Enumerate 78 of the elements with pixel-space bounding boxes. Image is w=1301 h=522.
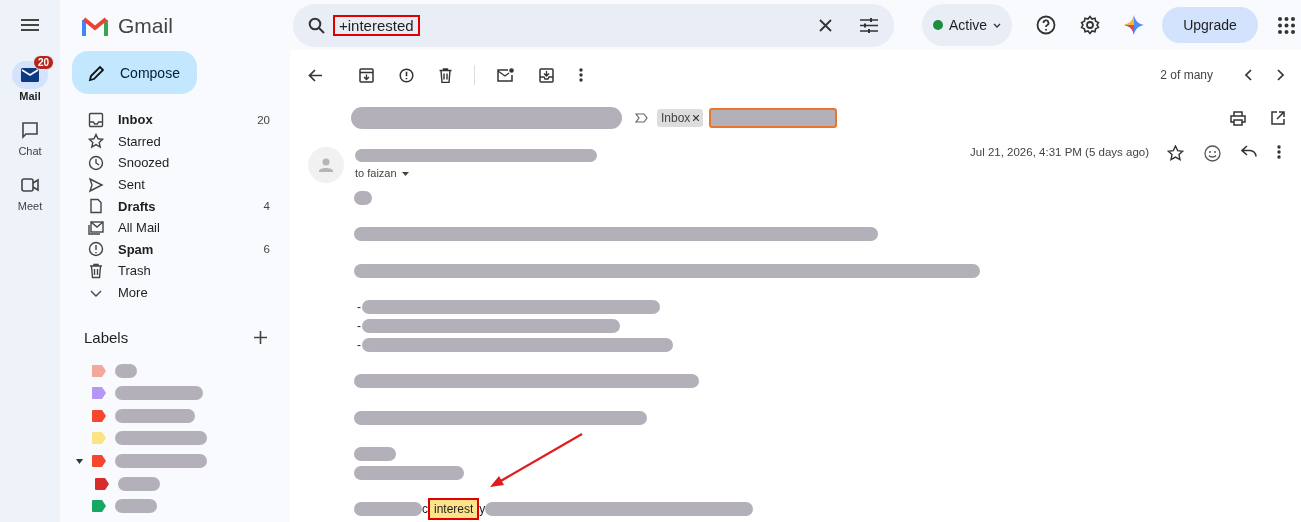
folder-item[interactable]: Inbox 20 (60, 109, 290, 131)
more-vertical-icon[interactable] (579, 68, 583, 82)
upgrade-button[interactable]: Upgrade (1162, 7, 1258, 43)
settings-icon[interactable] (1080, 15, 1100, 35)
archive-icon[interactable] (359, 67, 374, 83)
apps-grid-icon[interactable] (1278, 16, 1295, 34)
gmail-logo-icon (82, 16, 108, 36)
search-match-highlight: interest (428, 498, 480, 520)
chat-bubble-icon (21, 121, 39, 139)
text-fragment: y (479, 502, 486, 516)
reply-icon[interactable] (1241, 145, 1257, 157)
chevron-down-icon (993, 22, 1002, 28)
text-fragment: c (422, 502, 428, 516)
help-icon[interactable] (1036, 15, 1056, 35)
pencil-icon (88, 63, 106, 82)
exclamation-circle-icon (88, 241, 104, 258)
mark-unread-icon[interactable] (497, 68, 514, 82)
emoji-icon[interactable] (1204, 145, 1221, 162)
star-icon (88, 133, 104, 150)
folder-item[interactable]: All Mail (60, 216, 290, 239)
rail-label: Chat (18, 145, 42, 157)
list-marker: - (357, 338, 362, 352)
label-chip[interactable]: Inbox (657, 109, 704, 127)
stacked-mail-icon (88, 219, 104, 236)
compose-button[interactable]: Compose (72, 51, 197, 94)
inbox-tray-icon (88, 111, 104, 128)
caret-icon (401, 172, 409, 176)
send-icon (88, 176, 104, 193)
importance-marker-icon[interactable] (635, 113, 648, 123)
menu-icon[interactable] (21, 19, 39, 31)
close-icon[interactable] (819, 18, 832, 32)
printer-icon[interactable] (1230, 110, 1246, 126)
recipient-details[interactable]: to faizan (355, 167, 597, 179)
app-name: Gmail (118, 14, 173, 38)
close-icon[interactable] (693, 115, 700, 121)
move-to-icon[interactable] (539, 67, 554, 83)
folder-item[interactable]: Snoozed (60, 152, 290, 174)
more-vertical-icon[interactable] (1277, 145, 1281, 159)
pagination-text: 2 of many (1160, 68, 1213, 82)
status-button[interactable]: Active (922, 4, 1012, 46)
folder-item[interactable]: Drafts 4 (60, 195, 290, 217)
labels-heading: Labels (84, 329, 129, 347)
list-marker: - (357, 319, 362, 333)
avatar-icon (308, 147, 344, 183)
redacted-text (354, 191, 372, 205)
search-field[interactable]: +interested (293, 3, 894, 47)
folder-item[interactable]: Trash (60, 260, 290, 282)
folder-item[interactable]: Spam 6 (60, 238, 290, 261)
search-icon (308, 16, 325, 34)
filter-sliders-icon[interactable] (860, 17, 878, 33)
redacted-label-name (115, 499, 157, 514)
star-icon[interactable] (1167, 145, 1184, 161)
envelope-icon (21, 68, 39, 82)
redacted-label-name (115, 363, 137, 378)
report-spam-icon[interactable] (399, 67, 414, 83)
plus-icon[interactable] (254, 331, 267, 345)
back-arrow-icon[interactable] (308, 68, 322, 82)
trash-icon (88, 262, 104, 279)
clock-icon (88, 155, 104, 171)
chevron-left-icon[interactable] (1244, 69, 1252, 81)
redacted-text (354, 447, 396, 461)
chevron-right-icon[interactable] (1277, 69, 1285, 81)
unread-badge: 20 (33, 55, 55, 70)
rail-label: Mail (19, 90, 41, 102)
redacted-label-name (118, 476, 160, 491)
message-date: Jul 21, 2026, 4:31 PM (5 days ago) (970, 146, 1149, 158)
rail-label: Meet (17, 200, 43, 212)
open-in-new-window-icon[interactable] (1271, 111, 1285, 125)
folder-item[interactable]: More (60, 281, 290, 304)
folder-item[interactable]: Sent (60, 173, 290, 196)
list-marker: - (357, 300, 362, 314)
trash-icon[interactable] (439, 67, 452, 83)
video-camera-icon (21, 178, 39, 192)
document-icon (88, 198, 104, 215)
folder-item[interactable]: Starred (60, 130, 290, 153)
sparkle-icon[interactable] (1124, 15, 1144, 35)
redacted-text (354, 502, 422, 516)
caret-icon[interactable] (75, 458, 83, 464)
